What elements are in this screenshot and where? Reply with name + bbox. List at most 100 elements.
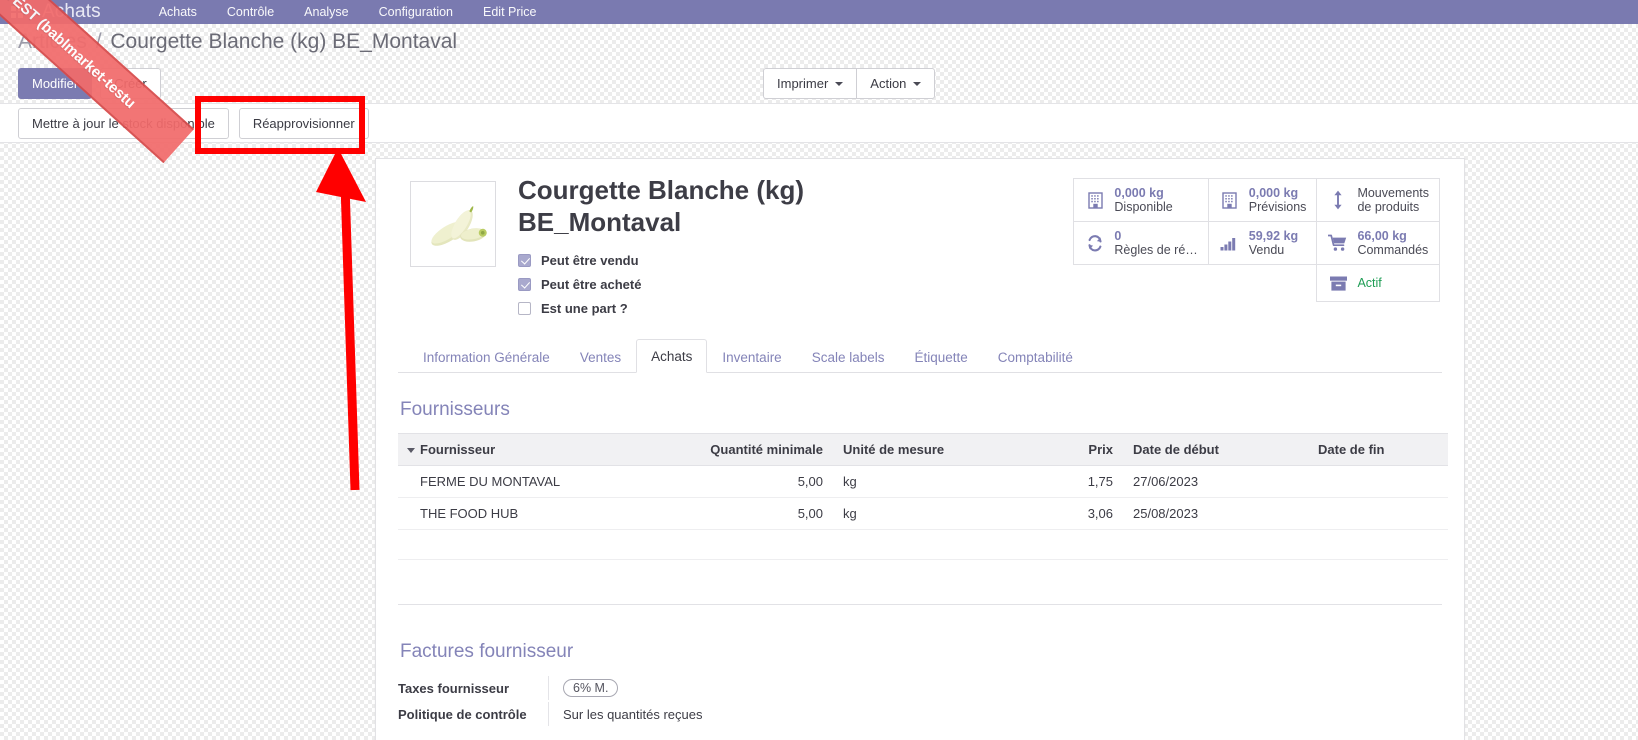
stat-button-grid: 0,000 kg Disponible 0 Règles de ré… 0,00… [1073, 178, 1440, 302]
edit-button[interactable]: Modifier [18, 68, 93, 99]
tab-sales[interactable]: Ventes [565, 340, 636, 373]
cell-empty [398, 529, 1448, 561]
can-be-purchased-checkbox[interactable] [518, 277, 531, 291]
bar-chart-icon [1219, 236, 1241, 251]
vendor-bills-fields: Taxes fournisseur 6% M. Politique de con… [398, 675, 1442, 727]
tab-inventory[interactable]: Inventaire [707, 340, 796, 373]
stat-sold-label: Vendu [1248, 243, 1285, 257]
stat-button-forecast[interactable]: 0,000 kg Prévisions [1207, 178, 1318, 222]
stat-forecast-label: Prévisions [1248, 200, 1307, 214]
tab-scale-labels[interactable]: Scale labels [797, 340, 900, 373]
can-be-sold-row[interactable]: Peut être vendu [518, 248, 1074, 272]
supplier-taxes-label: Taxes fournisseur [398, 680, 510, 696]
odoo-product-form-page: Achats Achats Contrôle Analyse Configura… [0, 0, 1638, 740]
cell-start-date: 27/06/2023 [1123, 465, 1308, 499]
vendor-bills-section-title: Factures fournisseur [400, 641, 574, 663]
apps-grid-icon[interactable] [6, 6, 28, 18]
action-dropdown-button[interactable]: Action [856, 68, 936, 99]
cell-end-date [1308, 497, 1448, 531]
stat-button-archive[interactable]: Actif [1316, 264, 1440, 302]
product-name-line1: Courgette Blanche (kg) [518, 175, 805, 205]
control-policy-label: Politique de contrôle [398, 706, 527, 722]
nav-item-analyse[interactable]: Analyse [304, 0, 348, 24]
tab-accounting[interactable]: Comptabilité [983, 340, 1088, 373]
product-title-block: Courgette Blanche (kg) BE_Montaval Peut … [518, 175, 1074, 320]
stat-button-reordering-rules[interactable]: 0 Règles de ré… [1073, 221, 1209, 265]
stat-button-sold[interactable]: 59,92 kg Vendu [1207, 221, 1318, 265]
is-share-label: Est une part ? [541, 300, 628, 316]
is-share-checkbox[interactable] [518, 301, 531, 315]
section-divider [398, 604, 1442, 606]
form-control-panel: Mettre à jour le stock disponible Réappr… [0, 103, 1638, 143]
product-image[interactable] [410, 181, 496, 267]
column-header-supplier[interactable]: Fournisseur [398, 433, 658, 467]
cell-price: 3,06 [1033, 497, 1123, 531]
column-header-min-quantity[interactable]: Quantité minimale [658, 433, 833, 467]
column-header-uom[interactable]: Unité de mesure [833, 433, 1033, 467]
stat-column-2: 0,000 kg Prévisions 59,92 kg Vendu [1207, 178, 1318, 302]
action-label: Action [870, 76, 907, 91]
form-action-buttons: Imprimer Action [763, 68, 936, 99]
print-dropdown-button[interactable]: Imprimer [763, 68, 858, 99]
product-flags: Peut être vendu Peut être acheté Est une… [518, 248, 1074, 320]
cell-uom: kg [833, 465, 1033, 499]
stat-moves-label-line2: de produits [1357, 200, 1420, 214]
stat-reordering-text: 0 Règles de ré… [1114, 229, 1197, 257]
tab-general-information[interactable]: Information Générale [408, 340, 565, 373]
stat-button-purchased[interactable]: 66,00 kg Commandés [1316, 221, 1440, 265]
stat-moves-text: Mouvements de produits [1357, 186, 1429, 214]
chevron-down-icon [835, 81, 844, 86]
cell-price: 1,75 [1033, 465, 1123, 499]
stat-archive-text: Actif [1357, 274, 1381, 292]
suppliers-table: Fournisseur Quantité minimale Unité de m… [398, 433, 1448, 561]
tab-purchase[interactable]: Achats [636, 339, 708, 374]
tab-label[interactable]: Étiquette [900, 340, 983, 373]
notebook-tabs: Information Générale Ventes Achats Inven… [398, 338, 1442, 374]
form-edit-buttons: Modifier Créer [18, 68, 161, 99]
nav-item-configuration[interactable]: Configuration [379, 0, 453, 24]
breadcrumb: Articles / Courgette Blanche (kg) BE_Mon… [18, 30, 457, 54]
control-policy-row: Politique de contrôle Sur les quantités … [398, 701, 1442, 727]
stat-on-hand-value: 0,000 kg [1114, 186, 1164, 200]
sort-caret-icon [407, 447, 415, 453]
suppliers-section-title: Fournisseurs [400, 399, 510, 421]
navbar-menu-list: Achats Contrôle Analyse Configuration Ed… [159, 0, 537, 24]
breadcrumb-parent[interactable]: Articles [18, 30, 87, 53]
top-navbar: Achats Achats Contrôle Analyse Configura… [0, 0, 1638, 24]
cell-min-quantity: 5,00 [658, 497, 833, 531]
stat-button-on-hand[interactable]: 0,000 kg Disponible [1073, 178, 1209, 222]
column-header-price[interactable]: Prix [1033, 433, 1123, 467]
update-quantity-button[interactable]: Mettre à jour le stock disponible [18, 107, 229, 139]
cell-start-date: 25/08/2023 [1123, 497, 1308, 531]
nav-item-achats[interactable]: Achats [159, 0, 197, 24]
table-row[interactable]: THE FOOD HUB 5,00 kg 3,06 25/08/2023 [398, 497, 1448, 531]
nav-item-controle[interactable]: Contrôle [227, 0, 274, 24]
column-header-end-date[interactable]: Date de fin [1308, 433, 1448, 467]
print-label: Imprimer [777, 76, 829, 91]
cell-uom: kg [833, 497, 1033, 531]
arrows-vertical-icon [1327, 190, 1349, 210]
stat-button-product-moves[interactable]: Mouvements de produits [1316, 178, 1440, 222]
control-policy-field[interactable]: Sur les quantités reçues [548, 702, 702, 727]
stat-column-1: 0,000 kg Disponible 0 Règles de ré… [1073, 178, 1209, 302]
create-button[interactable]: Créer [100, 68, 161, 99]
is-share-row[interactable]: Est une part ? [518, 296, 1074, 320]
stat-purchased-text: 66,00 kg Commandés [1357, 229, 1428, 257]
replenish-button[interactable]: Réapprovisionner [238, 107, 369, 139]
column-header-start-date[interactable]: Date de début [1123, 433, 1308, 467]
table-row[interactable]: FERME DU MONTAVAL 5,00 kg 1,75 27/06/202… [398, 465, 1448, 499]
suppliers-table-header-row: Fournisseur Quantité minimale Unité de m… [398, 433, 1448, 467]
can-be-sold-checkbox[interactable] [518, 253, 531, 267]
supplier-taxes-field[interactable]: 6% M. [548, 676, 619, 701]
cell-min-quantity: 5,00 [658, 465, 833, 499]
cart-icon [1327, 234, 1349, 252]
building-icon [1219, 191, 1241, 209]
nav-item-edit-price[interactable]: Edit Price [483, 0, 537, 24]
stat-reordering-value: 0 [1114, 229, 1122, 243]
can-be-purchased-row[interactable]: Peut être acheté [518, 272, 1074, 296]
stat-sold-text: 59,92 kg Vendu [1249, 229, 1298, 257]
stat-forecast-value: 0,000 kg [1248, 186, 1299, 200]
tax-tag[interactable]: 6% M. [563, 679, 619, 698]
breadcrumb-current: Courgette Blanche (kg) BE_Montaval [110, 30, 458, 53]
cell-end-date [1308, 465, 1448, 499]
